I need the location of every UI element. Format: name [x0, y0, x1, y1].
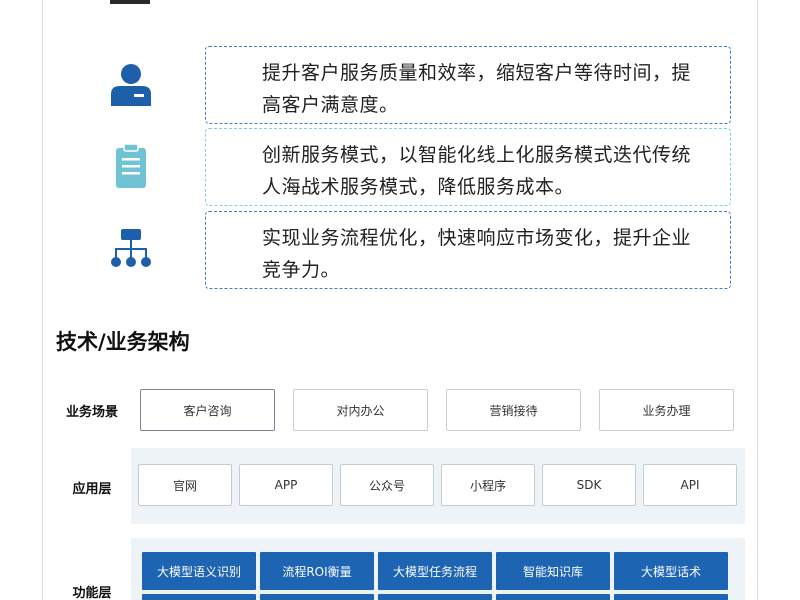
app-item-app[interactable]: APP [239, 464, 333, 506]
scene-layer: 业务场景 客户咨询 对内办公 营销接待 业务办理 [56, 389, 746, 433]
goal-text: 实现业务流程优化，快速响应市场变化，提升企业竞争力。 [262, 227, 692, 281]
goal-box-2: 创新服务模式，以智能化线上化服务模式迭代传统人海战术服务模式，降低服务成本。 [205, 128, 731, 206]
goal-box-1: 提升客户服务质量和效率，缩短客户等待时间，提高客户满意度。 [205, 46, 731, 124]
scene-item-internal-office[interactable]: 对内办公 [293, 389, 428, 431]
goal-row-1: 提升客户服务质量和效率，缩短客户等待时间，提高客户满意度。 [0, 46, 800, 124]
goal-box-3: 实现业务流程优化，快速响应市场变化，提升企业竞争力。 [205, 211, 731, 289]
app-item-official-account[interactable]: 公众号 [340, 464, 434, 506]
scene-item-marketing-reception[interactable]: 营销接待 [446, 389, 581, 431]
app-item-api[interactable]: API [643, 464, 737, 506]
function-item-semantic-recognition[interactable]: 大模型语义识别 [142, 552, 256, 590]
function-row-2-fragment [614, 594, 728, 600]
layer-label-scene: 业务场景 [65, 405, 118, 420]
app-item-mini-program[interactable]: 小程序 [441, 464, 535, 506]
clipboard-icon [116, 143, 146, 188]
app-item-website[interactable]: 官网 [138, 464, 232, 506]
section-title: 技术/业务架构 [56, 330, 190, 354]
function-row-2-fragment [378, 594, 492, 600]
function-item-script[interactable]: 大模型话术 [614, 552, 728, 590]
scene-item-business-handling[interactable]: 业务办理 [599, 389, 734, 431]
function-item-process-roi[interactable]: 流程ROI衡量 [260, 552, 374, 590]
goal-text: 提升客户服务质量和效率，缩短客户等待时间，提高客户满意度。 [262, 62, 692, 116]
app-layer: 应用层 官网 APP 公众号 小程序 SDK API [56, 448, 746, 524]
function-item-knowledge-base[interactable]: 智能知识库 [496, 552, 610, 590]
scene-item-customer-consult[interactable]: 客户咨询 [140, 389, 275, 431]
cropped-header-fragment [110, 0, 150, 4]
function-item-task-flow[interactable]: 大模型任务流程 [378, 552, 492, 590]
function-layer: 功能层 大模型语义识别 流程ROI衡量 大模型任务流程 智能知识库 大模型话术 [56, 538, 746, 600]
function-row-2-fragment [496, 594, 610, 600]
function-row-2-fragment [260, 594, 374, 600]
layer-label-app: 应用层 [72, 482, 112, 497]
function-row-2-fragment [142, 594, 256, 600]
goal-text: 创新服务模式，以智能化线上化服务模式迭代传统人海战术服务模式，降低服务成本。 [262, 144, 692, 198]
customer-service-person-icon [111, 64, 151, 106]
org-chart-icon [111, 229, 151, 267]
goal-row-3: 实现业务流程优化，快速响应市场变化，提升企业竞争力。 [0, 211, 800, 289]
layer-label-function: 功能层 [72, 586, 112, 600]
app-item-sdk[interactable]: SDK [542, 464, 636, 506]
goal-row-2: 创新服务模式，以智能化线上化服务模式迭代传统人海战术服务模式，降低服务成本。 [0, 128, 800, 206]
